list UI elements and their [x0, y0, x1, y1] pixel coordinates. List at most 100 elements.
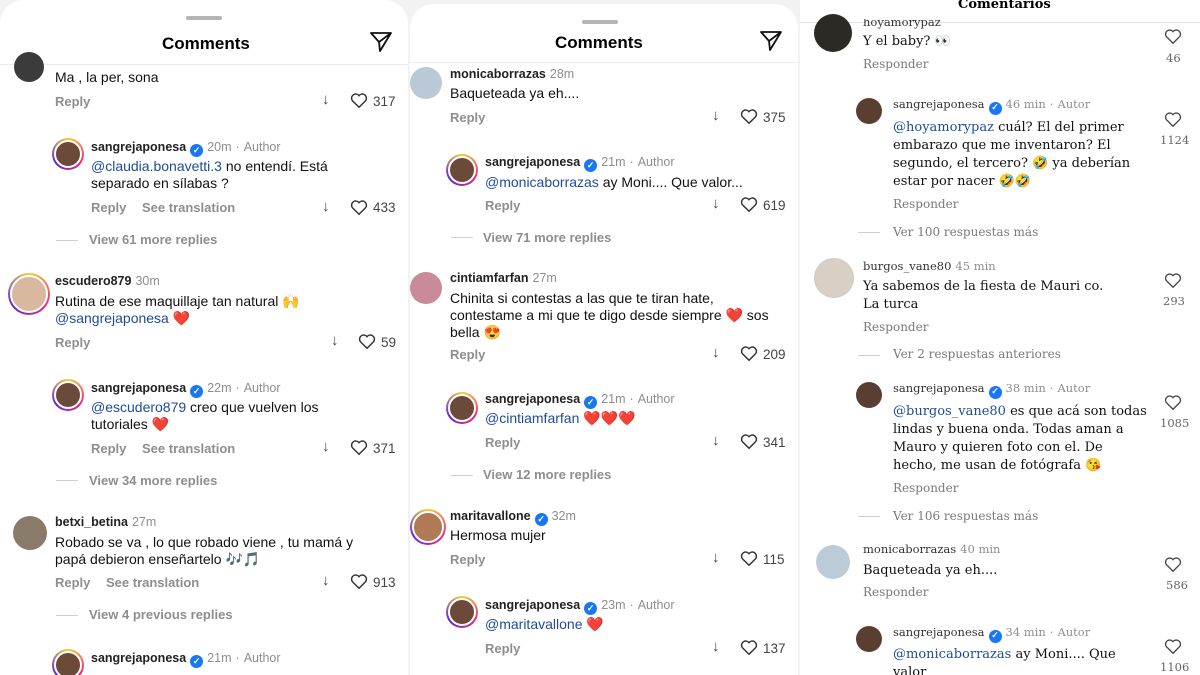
heart-icon[interactable]: [1164, 394, 1182, 410]
avatar[interactable]: [13, 516, 47, 550]
reply-button[interactable]: Reply: [55, 94, 90, 109]
avatar[interactable]: [52, 138, 84, 170]
mention-link[interactable]: @escudero879: [91, 399, 186, 415]
mention-link[interactable]: @monicaborrazas: [485, 174, 599, 190]
reply-button[interactable]: Responder: [863, 585, 928, 599]
avatar[interactable]: [446, 154, 478, 186]
reply-button[interactable]: Reply: [485, 435, 520, 450]
heart-icon[interactable]: [740, 108, 758, 124]
down-arrow-icon[interactable]: ↓: [331, 332, 339, 349]
reply-button[interactable]: Reply: [450, 110, 485, 125]
avatar[interactable]: [52, 649, 84, 675]
view-more-replies[interactable]: Ver 2 respuestas anteriores: [893, 347, 1061, 361]
see-translation-button[interactable]: See translation: [142, 200, 235, 215]
heart-icon[interactable]: [1164, 638, 1182, 654]
header-divider: [800, 22, 1200, 23]
view-more-replies[interactable]: View 61 more replies: [89, 232, 217, 247]
heart-icon[interactable]: [740, 639, 758, 655]
reply-button[interactable]: Reply: [55, 335, 90, 350]
avatar[interactable]: [446, 596, 478, 628]
heart-icon[interactable]: [350, 439, 368, 455]
comment-text: @burgos_vane80 es que acá son todas lind…: [893, 404, 1147, 473]
reply-button[interactable]: Reply: [450, 347, 485, 362]
avatar[interactable]: [52, 379, 84, 411]
like-count: 46: [1166, 51, 1181, 65]
heart-icon[interactable]: [1164, 28, 1182, 44]
heart-icon[interactable]: [740, 433, 758, 449]
view-more-replies[interactable]: View 34 more replies: [89, 473, 217, 488]
down-arrow-icon[interactable]: ↓: [322, 91, 330, 108]
avatar[interactable]: [410, 272, 442, 304]
reply-button[interactable]: Responder: [863, 57, 928, 71]
avatar[interactable]: [856, 382, 882, 408]
avatar[interactable]: [856, 98, 882, 124]
reply-button[interactable]: Reply: [485, 198, 520, 213]
down-arrow-icon[interactable]: ↓: [712, 107, 720, 124]
reply-button[interactable]: Reply: [485, 641, 520, 656]
view-more-replies[interactable]: View 12 more replies: [483, 467, 611, 482]
down-arrow-icon[interactable]: ↓: [712, 638, 720, 655]
heart-icon[interactable]: [1164, 272, 1182, 288]
reply-button[interactable]: Reply: [91, 441, 126, 456]
comment-username: sangrejaponesa ✓ 20m · Author: [91, 140, 281, 157]
drag-handle[interactable]: [186, 16, 222, 20]
comment-username: betxi_betina 27m: [55, 515, 157, 529]
reply-button[interactable]: Reply: [91, 200, 126, 215]
heart-icon[interactable]: [1164, 556, 1182, 572]
verified-badge-icon: ✓: [584, 396, 598, 409]
heart-icon[interactable]: [350, 92, 368, 108]
mention-link[interactable]: @maritavallone: [485, 616, 582, 632]
down-arrow-icon[interactable]: ↓: [712, 432, 720, 449]
send-icon[interactable]: [368, 30, 394, 54]
mention-link[interactable]: @monicaborrazas: [893, 647, 1011, 662]
avatar[interactable]: [814, 14, 852, 52]
comment-username: cintiamfarfan 27m: [450, 271, 557, 285]
comments-panel-3: Comentarios hoyamorypaz Y el baby? 👀 Res…: [800, 0, 1200, 675]
mention-link[interactable]: @claudia.bonavetti.3: [91, 158, 222, 174]
down-arrow-icon[interactable]: ↓: [322, 198, 330, 215]
see-translation-button[interactable]: See translation: [106, 575, 199, 590]
heart-icon[interactable]: [740, 196, 758, 212]
view-more-replies[interactable]: View 71 more replies: [483, 230, 611, 245]
view-more-replies[interactable]: Ver 106 respuestas más: [893, 509, 1038, 523]
down-arrow-icon[interactable]: ↓: [322, 572, 330, 589]
comment-username: sangrejaponesa ✓ 46 min · Autor: [893, 97, 1091, 115]
mention-link[interactable]: @hoyamorypaz: [893, 120, 994, 135]
avatar[interactable]: [814, 258, 854, 298]
avatar[interactable]: [816, 545, 850, 579]
heart-icon[interactable]: [350, 199, 368, 215]
down-arrow-icon[interactable]: ↓: [712, 344, 720, 361]
heart-icon[interactable]: [740, 550, 758, 566]
reply-button[interactable]: Reply: [450, 552, 485, 567]
heart-icon[interactable]: [358, 333, 376, 349]
reply-button[interactable]: Responder: [893, 481, 958, 495]
drag-handle[interactable]: [582, 20, 618, 24]
down-arrow-icon[interactable]: ↓: [712, 195, 720, 212]
avatar[interactable]: [14, 52, 44, 82]
reply-button[interactable]: Reply: [55, 575, 90, 590]
avatar[interactable]: [446, 392, 478, 424]
reply-button[interactable]: Responder: [893, 197, 958, 211]
heart-icon[interactable]: [740, 345, 758, 361]
avatar[interactable]: [856, 626, 882, 652]
divider: [858, 355, 880, 356]
down-arrow-icon[interactable]: ↓: [322, 438, 330, 455]
heart-icon[interactable]: [1164, 111, 1182, 127]
avatar[interactable]: [410, 67, 442, 99]
comment-username: sangrejaponesa ✓ 38 min · Autor: [893, 381, 1091, 399]
mention-link[interactable]: @cintiamfarfan: [485, 410, 579, 426]
heart-icon[interactable]: [350, 573, 368, 589]
header-divider: [410, 62, 798, 63]
down-arrow-icon[interactable]: ↓: [712, 549, 720, 566]
mention-link[interactable]: @burgos_vane80: [893, 404, 1006, 419]
reply-button[interactable]: Responder: [863, 320, 928, 334]
view-more-replies[interactable]: View 4 previous replies: [89, 607, 233, 622]
see-translation-button[interactable]: See translation: [142, 441, 235, 456]
mention-link[interactable]: @sangrejaponesa: [55, 310, 169, 326]
view-more-replies[interactable]: Ver 100 respuestas más: [893, 225, 1038, 239]
comment-username: sangrejaponesa ✓ 23m · Author: [485, 598, 675, 615]
comment-text: Ya sabemos de la fiesta de Mauri co. La …: [863, 279, 1104, 312]
avatar[interactable]: [8, 273, 50, 315]
avatar[interactable]: [410, 509, 446, 545]
send-icon[interactable]: [758, 29, 784, 53]
